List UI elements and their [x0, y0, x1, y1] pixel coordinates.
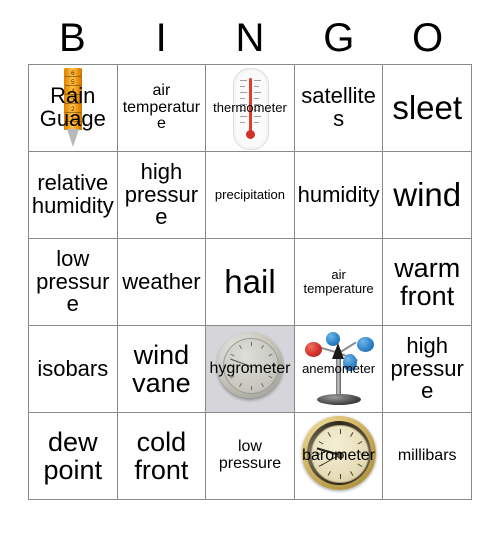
bingo-cell-g2[interactable]: humidity — [293, 151, 384, 239]
bingo-cell-label: hail — [224, 262, 276, 300]
bingo-cell-o5[interactable]: millibars — [382, 412, 472, 500]
bingo-cell-n5[interactable]: low pressure — [205, 412, 295, 500]
bingo-cell-label: Rain Guage — [39, 83, 106, 131]
bingo-cell-o2[interactable]: wind — [382, 151, 472, 239]
bingo-header-row: B I N G O — [28, 12, 472, 64]
bingo-cell-label: air temperature — [303, 267, 374, 296]
bingo-cell-b4[interactable]: isobars — [28, 325, 118, 413]
bingo-cell-label: humidity — [297, 181, 380, 207]
bingo-cell-o3[interactable]: warm front — [382, 238, 472, 326]
bingo-row: relative humidity high pressure precipit… — [28, 151, 472, 239]
bingo-row: low pressure weather hail air temperatur… — [28, 238, 472, 326]
bingo-cell-b3[interactable]: low pressure — [28, 238, 118, 326]
bingo-cell-o4[interactable]: high pressure — [382, 325, 472, 413]
bingo-cell-o1[interactable]: sleet — [382, 64, 472, 152]
bingo-cell-label: high pressure — [390, 332, 464, 404]
bingo-cell-g3[interactable]: air temperature — [293, 238, 384, 326]
bingo-header-letter-b: B — [59, 16, 86, 60]
bingo-cell-label: weather — [122, 268, 201, 294]
bingo-card: B I N G O 6 5 4 3 2 1 Rain Guage air tem… — [28, 12, 472, 500]
bingo-cell-n1[interactable]: thermometer — [205, 64, 295, 152]
bingo-cell-g1[interactable]: satellites — [293, 64, 384, 152]
bingo-cell-label: relative humidity — [31, 170, 114, 218]
bingo-cell-n2[interactable]: precipitation — [205, 151, 295, 239]
bingo-row: 6 5 4 3 2 1 Rain Guage air temperature t… — [28, 64, 472, 152]
bingo-cell-label: millibars — [397, 446, 457, 464]
bingo-row: dew point cold front low pressure barome… — [28, 412, 472, 500]
bingo-cell-b2[interactable]: relative humidity — [28, 151, 118, 239]
bingo-header-letter-n: N — [235, 16, 265, 60]
bingo-cell-g5[interactable]: barometer — [293, 412, 384, 500]
bingo-cell-b1[interactable]: 6 5 4 3 2 1 Rain Guage — [28, 64, 118, 152]
bingo-cell-b5[interactable]: dew point — [28, 412, 118, 500]
bingo-cell-i2[interactable]: high pressure — [116, 151, 207, 239]
bingo-cell-label: anemometer — [302, 361, 376, 377]
bingo-cell-i4[interactable]: wind vane — [116, 325, 207, 413]
bingo-cell-label: satellites — [301, 83, 376, 131]
bingo-cell-label: cold front — [134, 426, 189, 485]
bingo-cell-n3[interactable]: hail — [205, 238, 295, 326]
bingo-cell-label: air temperature — [122, 82, 201, 133]
bingo-cell-label: thermometer — [213, 100, 287, 116]
bingo-cell-i3[interactable]: weather — [116, 238, 207, 326]
bingo-cell-label: low pressure — [36, 245, 110, 317]
bingo-cell-i5[interactable]: cold front — [116, 412, 207, 500]
bingo-cell-label: low pressure — [218, 438, 282, 472]
bingo-cell-label: sleet — [392, 88, 463, 126]
bingo-cell-label: wind — [393, 175, 462, 213]
bingo-cell-label: dew point — [43, 426, 103, 485]
bingo-cell-label: hygrometer — [209, 359, 291, 377]
bingo-cell-label: barometer — [302, 446, 376, 464]
bingo-cell-label: warm front — [394, 252, 461, 311]
bingo-row: isobars wind vane hygrometer anemometer … — [28, 325, 472, 413]
bingo-cell-label: isobars — [37, 355, 109, 381]
rain-gauge-mark-6: 6 — [71, 71, 75, 77]
bingo-header-letter-g: G — [323, 16, 355, 60]
bingo-grid: 6 5 4 3 2 1 Rain Guage air temperature t… — [28, 64, 472, 500]
bingo-cell-label: precipitation — [214, 187, 286, 203]
bingo-cell-g4[interactable]: anemometer — [293, 325, 384, 413]
bingo-cell-label: wind vane — [132, 339, 191, 398]
bingo-cell-i1[interactable]: air temperature — [116, 64, 207, 152]
bingo-cell-n4[interactable]: hygrometer — [205, 325, 295, 413]
bingo-cell-label: high pressure — [124, 158, 199, 230]
bingo-header-letter-o: O — [412, 16, 444, 60]
bingo-header-letter-i: I — [155, 16, 167, 60]
